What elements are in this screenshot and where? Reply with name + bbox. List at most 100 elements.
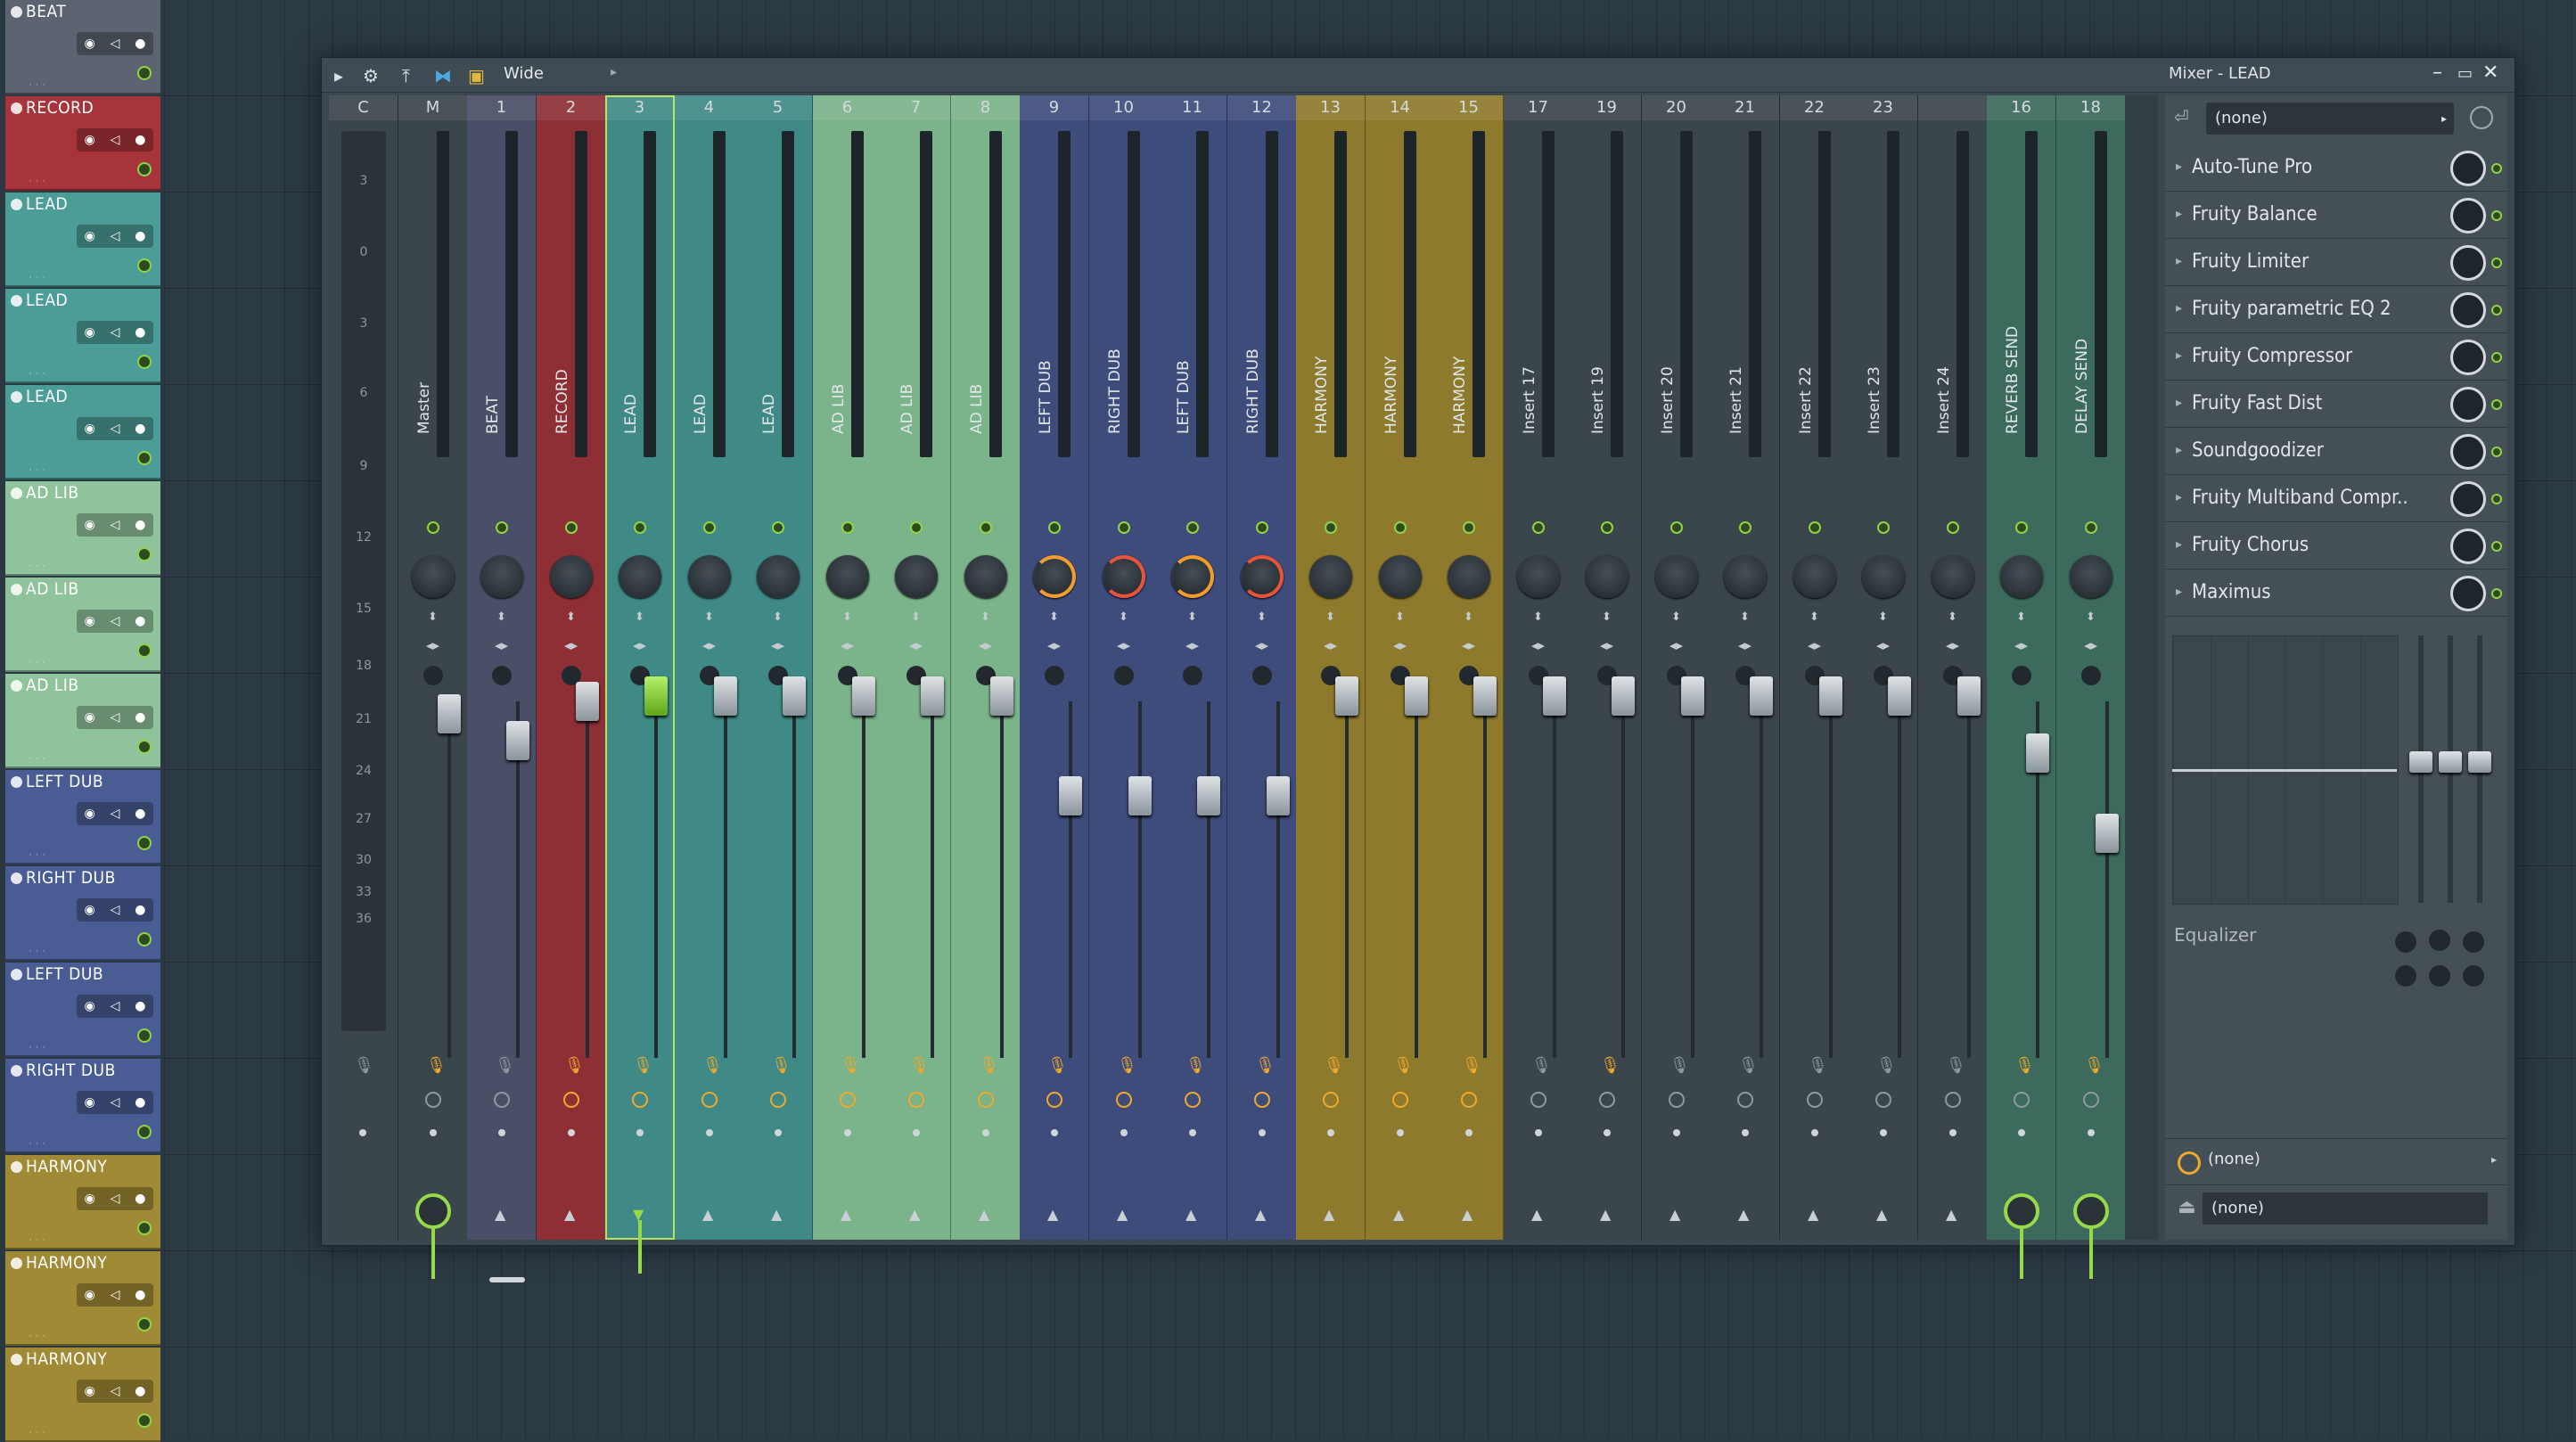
playlist-track-header[interactable]: LEAD ◉ ◁ ● · · · [5,193,160,287]
speaker-icon[interactable]: ◁ [111,1095,120,1110]
eq-width-knob-low[interactable] [2395,965,2416,987]
mixer-strip[interactable]: 5 LEAD ⬍ ◂▸ 🎙 ▲ [743,95,813,1240]
strip-name[interactable]: HARMONY [1313,149,1338,452]
speaker-icon[interactable]: ◁ [111,37,120,51]
volume-fader[interactable] [1267,776,1290,815]
stereo-separation-icon[interactable]: ⬍ [1533,610,1543,624]
route-arrow-icon[interactable]: ▲ [1185,1206,1196,1223]
stereo-separation-icon[interactable]: ⬍ [1464,610,1473,624]
expand-arrow-icon[interactable]: ▸ [2176,396,2182,410]
playlist-track-header[interactable]: HARMONY ◉ ◁ ● · · · [5,1155,160,1249]
stereo-separation-icon[interactable]: ⬍ [2086,610,2096,624]
strip-enable-led[interactable] [980,521,992,534]
effect-slot[interactable]: ▸ Fruity Limiter [2165,240,2507,286]
strip-enable-led[interactable] [1325,521,1337,534]
snail-icon[interactable]: ⚙ [363,65,379,86]
arm-record-icon[interactable]: 🎙 [771,1056,792,1075]
strip-enable-led[interactable] [2085,521,2097,534]
strip-dot[interactable] [1535,1129,1542,1136]
mixer-strip[interactable]: 14 HARMONY ⬍ ◂▸ 🎙 ▲ [1366,95,1435,1240]
swap-lr-icon[interactable]: ◂▸ [426,637,439,653]
track-status-led[interactable] [137,355,152,369]
route-arrow-icon[interactable]: ▲ [1324,1206,1334,1223]
track-status-led[interactable] [137,547,152,561]
track-status-led[interactable] [137,1125,152,1139]
mixer-strip[interactable]: 18 DELAY SEND ⬍ ◂▸ 🎙 [2056,95,2126,1279]
speaker-icon[interactable]: ◁ [111,133,120,147]
input-plug-icon[interactable]: ⏎ [2174,106,2189,127]
strip-dot[interactable] [430,1129,437,1136]
eq-width-knob-mid[interactable] [2429,965,2450,987]
strip-enable-led[interactable] [634,521,646,534]
strip-dot[interactable] [1742,1129,1749,1136]
strip-name[interactable]: AD LIB [968,149,993,452]
track-status-led[interactable] [137,1028,152,1043]
swap-lr-icon[interactable]: ◂▸ [979,637,992,653]
volume-fader[interactable] [990,676,1013,716]
latency-clock-icon[interactable] [632,1092,648,1108]
upload-icon[interactable]: ⤒ [402,65,410,86]
stereo-separation-icon[interactable]: ⬍ [704,610,714,624]
track-enable-icon[interactable] [11,776,22,788]
record-icon[interactable]: ● [135,1288,145,1302]
strip-dot[interactable] [498,1129,505,1136]
strip-name[interactable]: DELAY SEND [2073,149,2098,452]
strip-name[interactable]: RIGHT DUB [1244,149,1269,452]
effect-enable-led[interactable] [2491,399,2502,410]
effect-slot[interactable]: ▸ Fruity Compressor [2165,334,2507,381]
arm-record-icon[interactable]: 🎙 [633,1056,653,1075]
pan-knob[interactable] [1241,555,1284,598]
route-arrow-icon[interactable]: ▲ [1600,1206,1611,1223]
arm-record-icon[interactable]: 🎙 [2084,1056,2104,1075]
strip-dot[interactable] [1051,1129,1058,1136]
route-arrow-icon[interactable]: ▲ [702,1206,713,1223]
effect-slot[interactable]: ▸ Fruity Multiband Compr.. [2165,476,2507,522]
route-arrow-icon[interactable]: ▲ [771,1206,782,1223]
stereo-separation-icon[interactable]: ⬍ [1187,610,1197,624]
stereo-separation-icon[interactable]: ⬍ [1325,610,1335,624]
strip-dot[interactable] [1259,1129,1266,1136]
pan-knob[interactable] [826,555,869,598]
latency-clock-icon[interactable] [1530,1092,1546,1108]
volume-fader[interactable] [783,676,806,716]
pan-knob[interactable] [688,555,731,598]
stereo-separation-icon[interactable]: ⬍ [773,610,783,624]
arm-record-icon[interactable]: 🎙 [909,1056,930,1075]
swap-lr-icon[interactable]: ◂▸ [1255,637,1268,653]
route-arrow-icon[interactable]: ▲ [1047,1206,1058,1223]
expand-arrow-icon[interactable]: ▸ [2176,160,2182,174]
record-icon[interactable]: ● [135,133,145,147]
strip-name[interactable]: HARMONY [1451,149,1476,452]
effect-slot[interactable]: ▸ Auto-Tune Pro [2165,145,2507,192]
pan-knob[interactable] [550,555,593,598]
track-status-led[interactable] [137,162,152,176]
strip-dot[interactable] [1397,1129,1404,1136]
speaker-icon[interactable]: ◁ [111,325,120,340]
strip-enable-led[interactable] [1877,521,1890,534]
preset-label[interactable]: Wide [504,64,544,83]
record-icon[interactable]: ● [135,518,145,532]
strip-enable-led[interactable] [496,521,508,534]
record-icon[interactable]: ● [135,1095,145,1110]
track-enable-icon[interactable] [11,102,22,114]
pan-knob[interactable] [1448,555,1490,598]
stereo-separation-icon[interactable]: ⬍ [1740,610,1750,624]
arm-record-icon[interactable]: 🎙 [979,1056,999,1075]
track-resize-handle[interactable]: · · · [29,656,45,668]
mute-icon[interactable]: ◉ [84,133,94,147]
strip-dot[interactable] [568,1129,575,1136]
stereo-knob[interactable] [1252,666,1272,685]
arm-record-icon[interactable]: 🎙 [564,1056,585,1075]
track-enable-icon[interactable] [11,680,22,692]
track-resize-handle[interactable]: · · · [29,367,45,380]
mixer-strip[interactable]: 8 AD LIB ⬍ ◂▸ 🎙 ▲ [951,95,1021,1240]
route-arrow-icon[interactable]: ▲ [495,1206,505,1223]
route-arrow-icon[interactable]: ▲ [1531,1206,1542,1223]
strip-enable-led[interactable] [1809,521,1821,534]
track-status-led[interactable] [137,1221,152,1235]
track-enable-icon[interactable] [11,584,22,595]
swap-lr-icon[interactable]: ◂▸ [564,637,578,653]
swap-lr-icon[interactable]: ◂▸ [771,637,784,653]
strip-enable-led[interactable] [1532,521,1545,534]
mixer-strip[interactable]: 20 Insert 20 ⬍ ◂▸ 🎙 ▲ [1642,95,1711,1240]
